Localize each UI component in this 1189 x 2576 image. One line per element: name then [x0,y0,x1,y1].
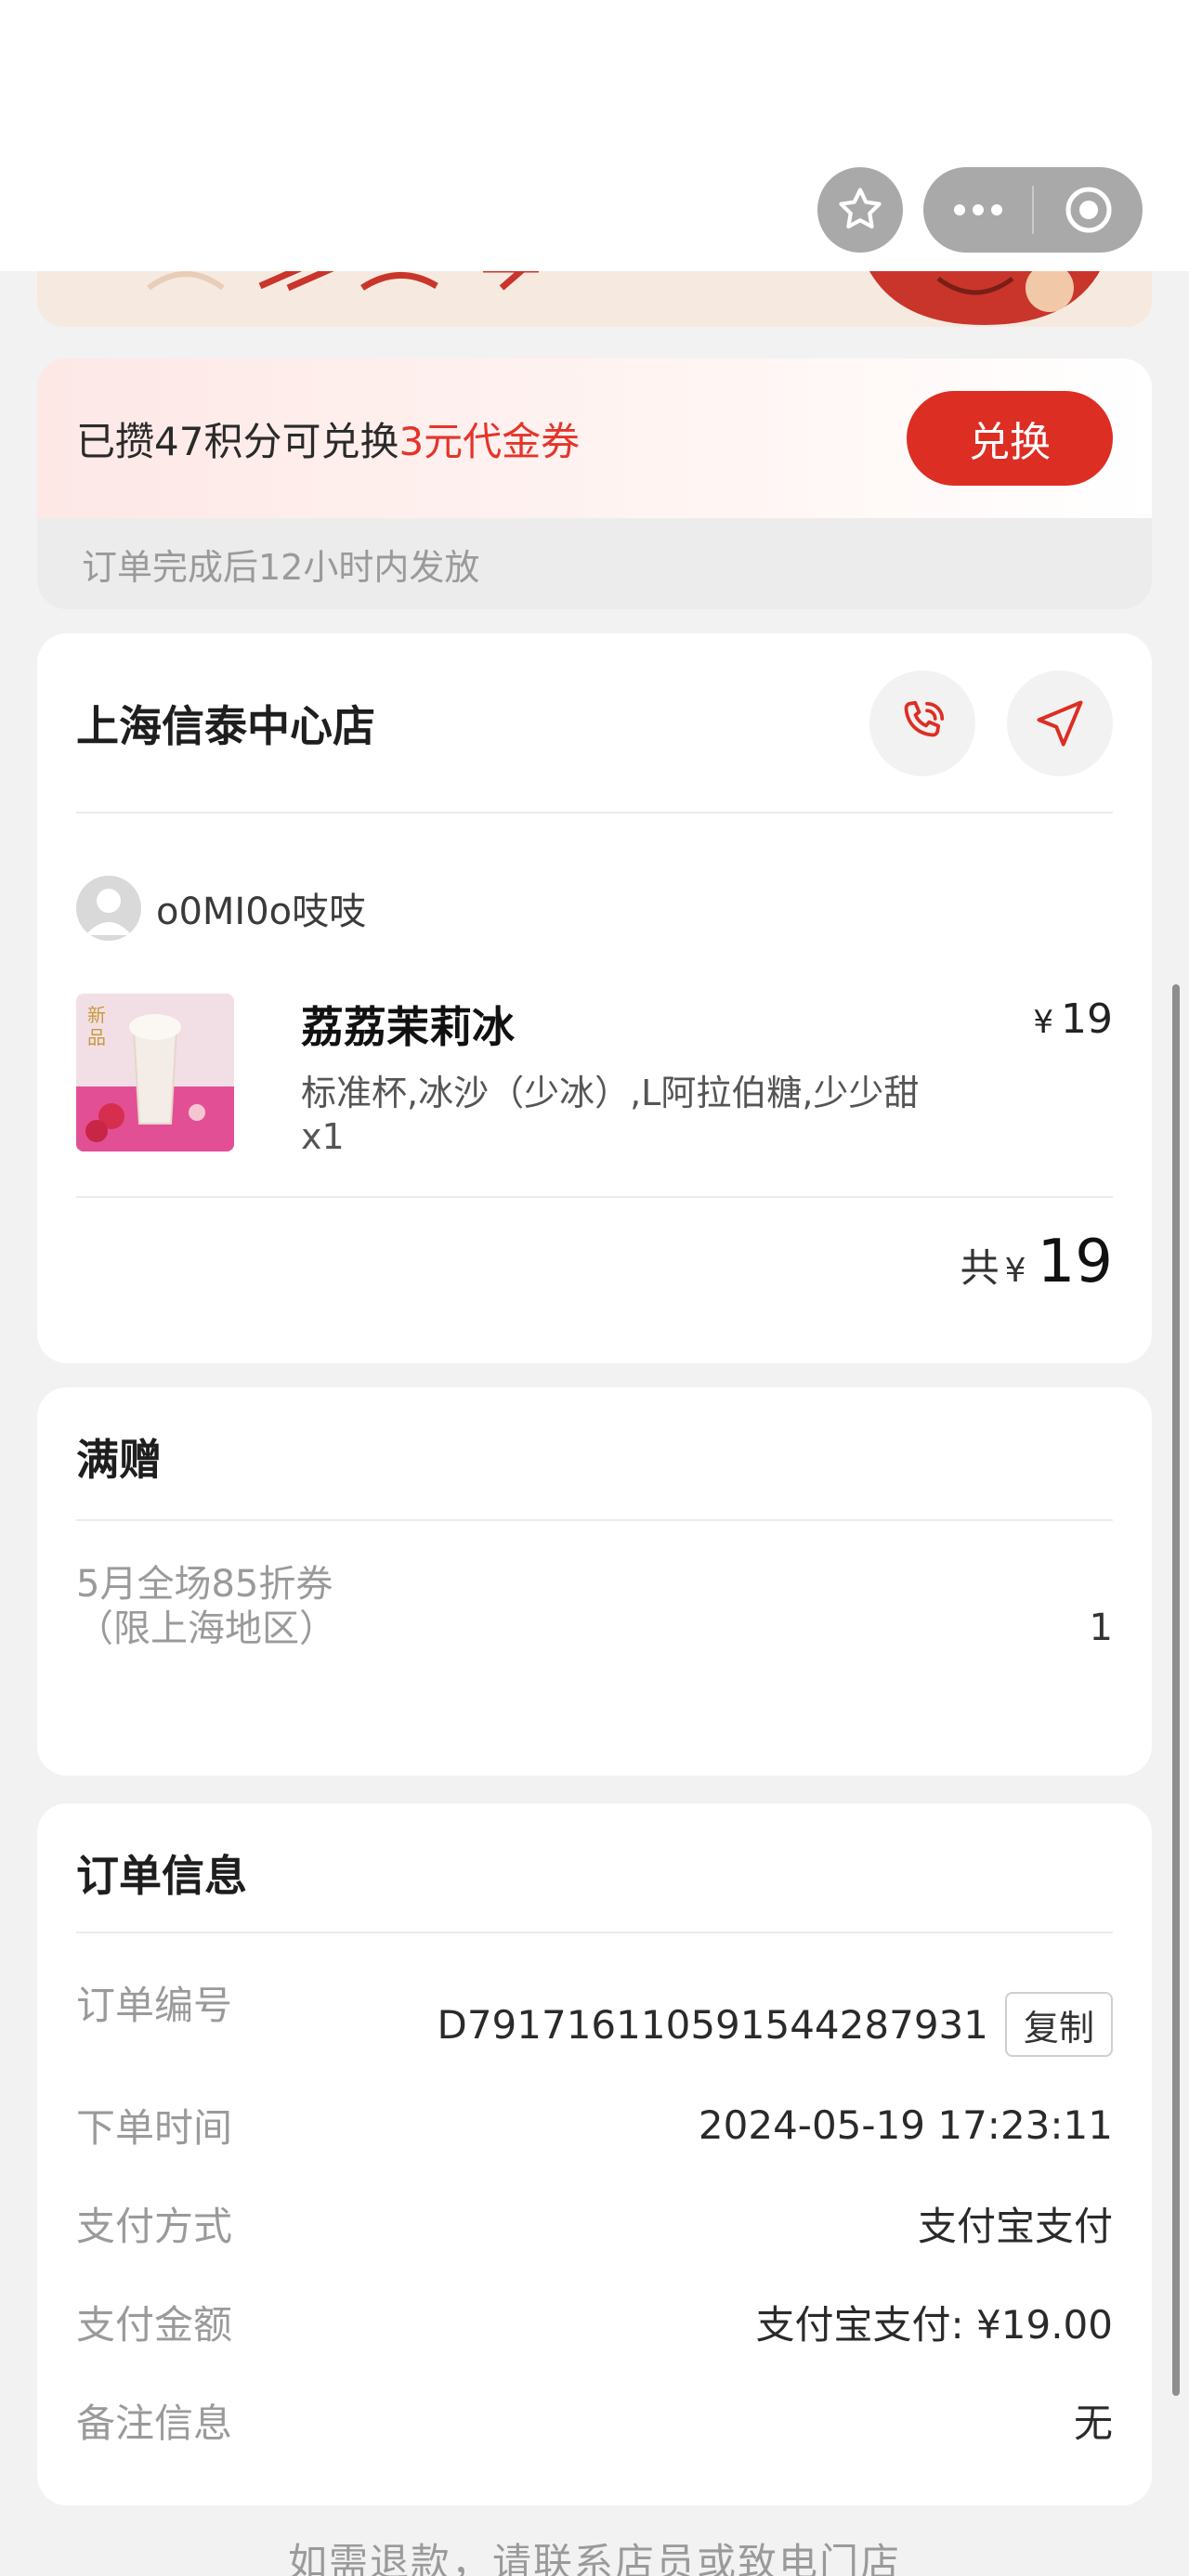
scrollbar[interactable] [1172,984,1180,2396]
more-dots-icon [953,204,1002,215]
redeem-button[interactable]: 兑换 [907,391,1113,486]
avatar [76,876,141,941]
store-actions [869,670,1113,776]
svg-text:品: 品 [87,1026,106,1048]
total-currency: ¥ [1004,1252,1026,1290]
product-photo-drink: 新 品 [76,994,234,1151]
points-banner: 已攒47积分可兑换3元代金券 兑换 [37,358,1152,518]
order-number-row: 订单编号 D791716110591544287931 复制 [76,1974,1113,2057]
points-prefix: 已攒47积分可兑换 [76,418,399,464]
store-header: 上海信泰中心店 [76,670,1113,776]
default-user-icon [85,889,132,935]
user-name: o0MI0o吱吱 [156,891,367,933]
product-name: 荔荔茉莉冰 [301,1002,515,1052]
copy-order-number-button[interactable]: 复制 [1004,1992,1113,2057]
target-icon [1065,187,1111,233]
payment-method-value: 支付宝支付 [917,2203,1113,2249]
payment-method-label: 支付方式 [76,2203,233,2249]
remark-row: 备注信息 无 [76,2387,1113,2453]
total-amount: 19 [1037,1228,1113,1296]
mini-program-capsule [923,167,1143,253]
refund-note: 如需退款，请联系店员或致电门店 [287,2540,901,2576]
order-info-title: 订单信息 [76,1851,247,1901]
gift-card: 满赠 5月全场85折券（限上海地区） 1 [37,1387,1152,1776]
navigate-button[interactable] [1007,670,1113,776]
store-card: 上海信泰中心店 o0MI0o吱吱 新 品 荔荔茉莉冰 标准杯,冰沙（少冰）,L阿… [37,633,1152,1363]
remark-label: 备注信息 [76,2400,233,2446]
call-store-button[interactable] [869,670,975,776]
phone-icon [904,700,945,737]
points-note: 订单完成后12小时内发放 [82,546,480,588]
store-name: 上海信泰中心店 [76,701,375,751]
gift-title: 满赠 [76,1435,162,1485]
product-item[interactable]: 新 品 荔荔茉莉冰 标准杯,冰沙（少冰）,L阿拉伯糖,少少甜 x1 ¥19 [76,994,1113,1161]
payment-method-row: 支付方式 支付宝支付 [76,2190,1113,2257]
order-number-label: 订单编号 [76,1983,233,2028]
payment-amount-label: 支付金额 [76,2301,233,2348]
more-menu-button[interactable] [923,167,1032,253]
order-time-label: 下单时间 [76,2104,233,2151]
points-text: 已攒47积分可兑换3元代金券 [76,410,580,467]
order-total: 共 ¥ 19 [960,1228,1113,1296]
product-spec: 标准杯,冰沙（少冰）,L阿拉伯糖,少少甜 [301,1073,920,1113]
product-price-amount: 19 [1061,995,1113,1043]
order-info-divider [76,1932,1113,1933]
close-mini-program-button[interactable] [1034,167,1143,253]
product-price: ¥19 [1033,995,1113,1043]
navigation-arrow-icon [1037,700,1083,747]
order-time-row: 下单时间 2024-05-19 17:23:11 [76,2091,1113,2158]
remark-value: 无 [1073,2400,1113,2446]
order-number-value-group: D791716110591544287931 复制 [437,1992,1113,2057]
points-card: 已攒47积分可兑换3元代金券 兑换 订单完成后12小时内发放 [37,358,1152,609]
points-highlight: 3元代金券 [399,418,581,464]
store-divider [76,812,1113,813]
favorite-button[interactable] [817,167,903,253]
user-row: o0MI0o吱吱 [76,875,366,942]
svg-text:新: 新 [87,1004,106,1026]
star-icon [839,188,882,229]
gift-divider [76,1519,1113,1521]
gift-name: 5月全场85折券（限上海地区） [76,1563,336,1650]
order-info-card: 订单信息 订单编号 D791716110591544287931 复制 下单时间… [37,1803,1152,2505]
product-divider [76,1196,1113,1198]
product-price-currency: ¥ [1033,1004,1053,1041]
order-number-value: D791716110591544287931 [437,2001,988,2048]
total-prefix: 共 [960,1245,1000,1291]
top-header [0,0,1189,271]
payment-amount-row: 支付金额 支付宝支付: ¥19.00 [76,2288,1113,2355]
payment-amount-value: 支付宝支付: ¥19.00 [755,2301,1113,2348]
gift-row: 5月全场85折券（限上海地区） 1 [76,1562,1113,1701]
product-quantity: x1 [301,1116,345,1157]
order-time-value: 2024-05-19 17:23:11 [698,2101,1113,2148]
product-image: 新 品 [76,994,234,1151]
gift-quantity: 1 [1089,1607,1113,1649]
